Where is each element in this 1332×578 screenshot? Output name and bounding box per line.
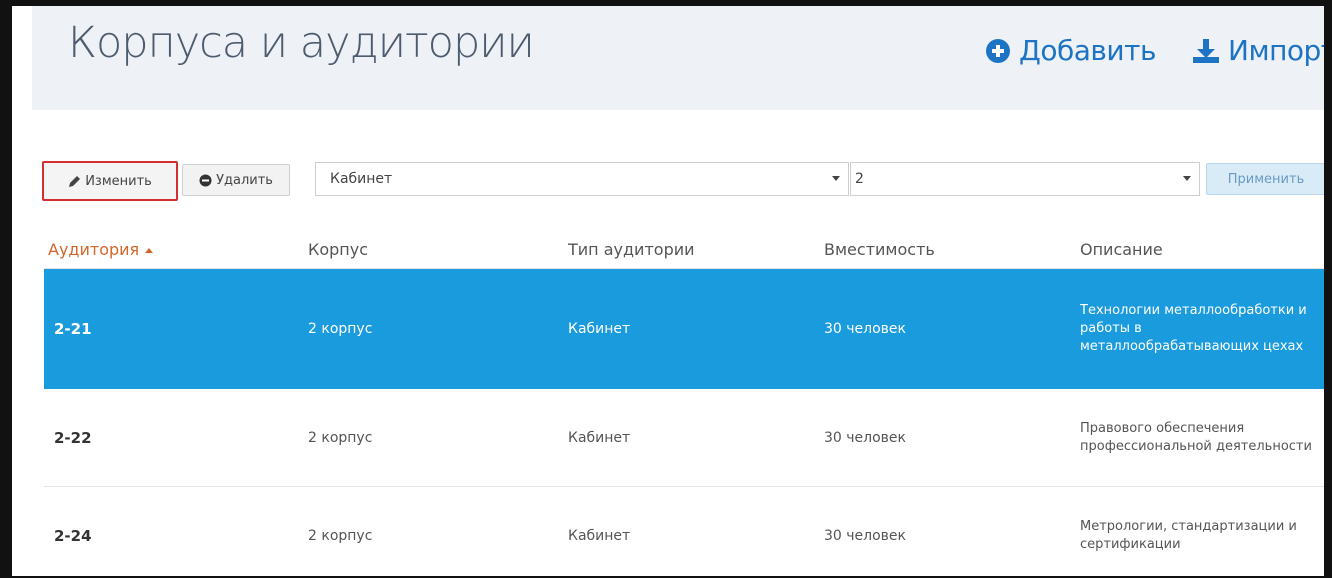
cell-capacity: 30 человек [808, 268, 1064, 389]
building-number-select[interactable]: 2 [850, 162, 1200, 196]
cell-description: Технологии металлообработки и работы в м… [1064, 268, 1324, 389]
app-window: Корпуса и аудитории Добавить Импорт Изме… [0, 0, 1332, 578]
column-header-room[interactable]: Аудитория [44, 230, 292, 269]
add-button[interactable]: Добавить [985, 34, 1156, 67]
page-header: Корпуса и аудитории Добавить Импорт [32, 6, 1324, 110]
pencil-icon [69, 175, 81, 187]
import-button[interactable]: Импорт [1192, 34, 1332, 67]
cell-description: Правового обеспечения профессиональной д… [1064, 388, 1324, 487]
rooms-table: Аудитория Корпус Тип аудитории Вместимос… [44, 230, 1324, 576]
cell-building: 2 корпус [292, 268, 552, 389]
page-title: Корпуса и аудитории [68, 18, 535, 68]
cell-type: Кабинет [552, 268, 808, 389]
cell-type: Кабинет [552, 388, 808, 487]
chevron-down-icon [1183, 176, 1191, 181]
column-header-description[interactable]: Описание [1064, 230, 1324, 269]
table-header-row: Аудитория Корпус Тип аудитории Вместимос… [44, 230, 1324, 269]
minus-circle-icon [199, 174, 212, 186]
column-header-capacity[interactable]: Вместимость [808, 230, 1064, 269]
chevron-down-icon [832, 176, 840, 181]
cell-description: Метрологии, стандартизации и сертификаци… [1064, 486, 1324, 576]
cell-room: 2-22 [44, 388, 292, 487]
cell-capacity: 30 человек [808, 486, 1064, 576]
edit-label: Изменить [85, 173, 152, 189]
table-row[interactable]: 2-24 2 корпус Кабинет 30 человек Метроло… [44, 486, 1324, 576]
building-number-select-value: 2 [855, 171, 864, 187]
import-label: Импорт [1228, 34, 1332, 67]
apply-label: Применить [1227, 171, 1305, 187]
sort-ascending-icon [145, 247, 154, 253]
cell-building: 2 корпус [292, 388, 552, 487]
cell-building: 2 корпус [292, 486, 552, 576]
plus-circle-icon [986, 38, 1010, 63]
download-icon [1193, 38, 1219, 63]
edit-button[interactable]: Изменить [42, 161, 178, 201]
cell-room: 2-24 [44, 486, 292, 576]
delete-label: Удалить [216, 172, 273, 188]
apply-button[interactable]: Применить [1206, 163, 1324, 195]
room-type-select[interactable]: Кабинет [315, 162, 849, 196]
cell-capacity: 30 человек [808, 388, 1064, 487]
cell-room: 2-21 [44, 268, 292, 389]
column-header-building[interactable]: Корпус [292, 230, 552, 269]
room-type-select-value: Кабинет [330, 171, 393, 187]
table-row[interactable]: 2-21 2 корпус Кабинет 30 человек Техноло… [44, 268, 1324, 389]
add-label: Добавить [1019, 34, 1156, 67]
table-row[interactable]: 2-22 2 корпус Кабинет 30 человек Правово… [44, 388, 1324, 487]
column-header-type[interactable]: Тип аудитории [552, 230, 808, 269]
delete-button[interactable]: Удалить [182, 164, 290, 196]
cell-type: Кабинет [552, 486, 808, 576]
